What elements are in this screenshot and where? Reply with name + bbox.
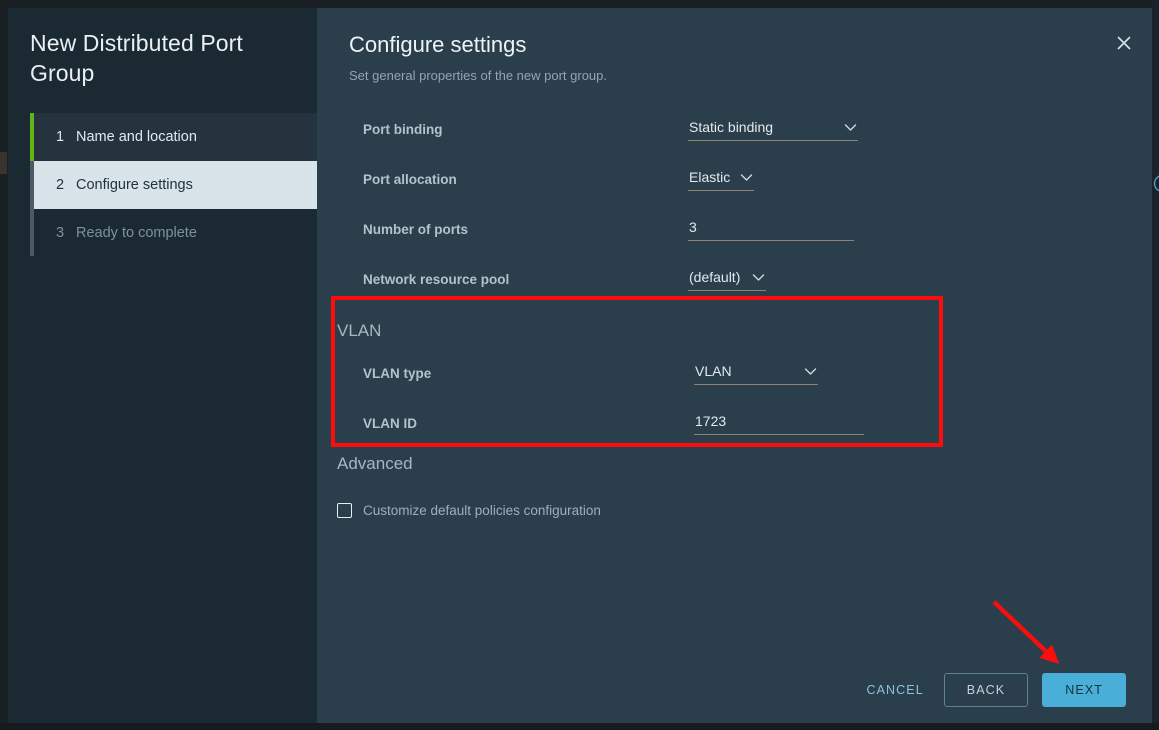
field-row-network-resource-pool: Network resource pool (default): [317, 254, 1152, 304]
field-row-vlan-id: VLAN ID 1723: [317, 398, 1152, 448]
window-edge-marker: [0, 152, 7, 174]
sidebar-step-name-and-location[interactable]: 1 Name and location: [34, 113, 317, 161]
cancel-button[interactable]: CANCEL: [860, 674, 929, 706]
number-of-ports-input[interactable]: 3: [688, 217, 854, 241]
wizard-sidebar: New Distributed Port Group 1 Name and lo…: [8, 8, 317, 723]
port-binding-label: Port binding: [363, 121, 443, 137]
new-distributed-port-group-dialog: New Distributed Port Group 1 Name and lo…: [8, 8, 1159, 723]
customize-default-policies-checkbox[interactable]: [337, 503, 352, 518]
step-label-3: Ready to complete: [76, 225, 197, 241]
number-of-ports-value: 3: [689, 219, 697, 235]
network-resource-pool-value: (default): [689, 269, 741, 285]
page-subtitle: Set general properties of the new port g…: [349, 68, 607, 83]
field-row-number-of-ports: Number of ports 3: [317, 204, 1152, 254]
settings-form: Port binding Static binding Port allocat…: [317, 104, 1159, 304]
vlan-section-heading: VLAN: [337, 321, 382, 340]
vlan-type-label: VLAN type: [363, 365, 432, 381]
chevron-down-icon: [740, 173, 753, 182]
vlan-form: VLAN type VLAN VLAN ID 1723: [317, 348, 1152, 448]
window-chrome-right: [1152, 0, 1159, 730]
sidebar-step-ready-to-complete[interactable]: 3 Ready to complete: [34, 209, 317, 257]
vlan-id-input[interactable]: 1723: [694, 411, 864, 435]
screen: New Distributed Port Group 1 Name and lo…: [0, 0, 1159, 730]
vlan-type-value: VLAN: [695, 363, 732, 379]
network-resource-pool-select[interactable]: (default): [688, 267, 766, 291]
number-of-ports-control: 3: [688, 217, 854, 241]
chevron-down-icon: [804, 367, 817, 376]
step-label-1: Name and location: [76, 129, 197, 145]
vlan-id-value: 1723: [695, 413, 727, 429]
network-resource-pool-label: Network resource pool: [363, 271, 510, 287]
step-number-3: 3: [56, 225, 65, 241]
advanced-section-heading: Advanced: [337, 454, 413, 473]
dialog-footer: CANCEL BACK NEXT: [860, 673, 1126, 707]
vlan-type-control: VLAN: [694, 361, 818, 385]
vlan-id-control: 1723: [694, 411, 864, 435]
window-chrome-bottom: [0, 723, 1159, 730]
next-button[interactable]: NEXT: [1042, 673, 1126, 707]
back-button[interactable]: BACK: [943, 673, 1029, 707]
chevron-down-icon: [844, 123, 857, 132]
info-icon[interactable]: [1153, 174, 1159, 193]
vlan-type-select[interactable]: VLAN: [694, 361, 818, 385]
wizard-title: New Distributed Port Group: [30, 30, 243, 86]
close-icon[interactable]: [1110, 29, 1138, 57]
vlan-id-label: VLAN ID: [363, 415, 417, 431]
port-binding-select[interactable]: Static binding: [688, 117, 858, 141]
page-title: Configure settings: [349, 32, 527, 57]
window-chrome-left: [0, 0, 8, 730]
field-row-port-binding: Port binding Static binding: [317, 104, 1152, 154]
port-allocation-select[interactable]: Elastic: [688, 167, 754, 191]
dialog-main-panel: Configure settings Set general propertie…: [317, 8, 1159, 723]
field-row-port-allocation: Port allocation Elastic: [317, 154, 1159, 204]
network-resource-pool-control: (default): [688, 267, 766, 291]
wizard-steps: 1 Name and location 2 Configure settings…: [8, 113, 317, 257]
field-row-vlan-type: VLAN type VLAN: [317, 348, 1152, 398]
port-allocation-control: Elastic: [688, 167, 1159, 192]
step-number-1: 1: [56, 129, 65, 145]
port-allocation-value: Elastic: [689, 169, 731, 185]
port-allocation-label: Port allocation: [363, 171, 457, 187]
port-binding-control: Static binding: [688, 117, 858, 141]
step-label-2: Configure settings: [76, 177, 193, 193]
port-binding-value: Static binding: [689, 119, 774, 135]
number-of-ports-label: Number of ports: [363, 221, 469, 237]
chevron-down-icon: [752, 273, 765, 282]
step-number-2: 2: [56, 177, 65, 193]
customize-default-policies-label: Customize default policies configuration: [363, 503, 601, 518]
window-chrome-top: [0, 0, 1159, 8]
sidebar-step-configure-settings[interactable]: 2 Configure settings: [34, 161, 317, 209]
customize-default-policies-checkbox-row[interactable]: Customize default policies configuration: [337, 503, 601, 518]
